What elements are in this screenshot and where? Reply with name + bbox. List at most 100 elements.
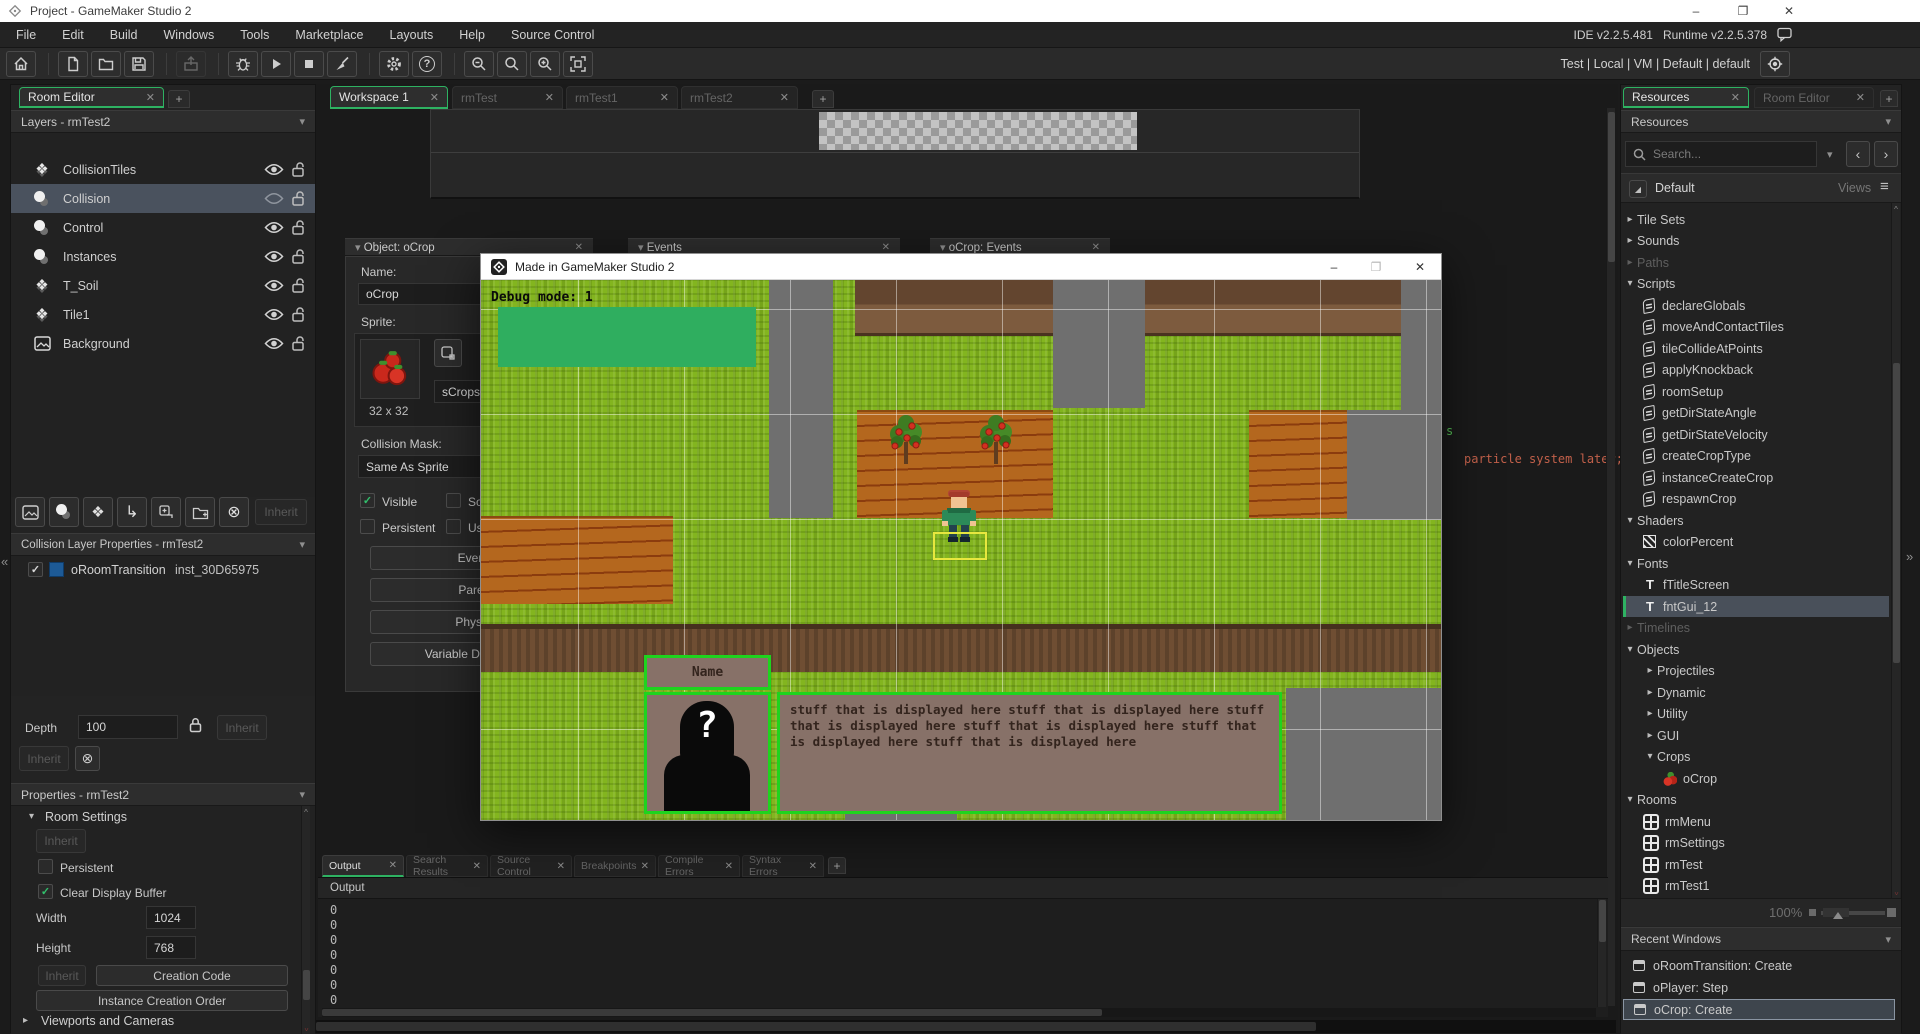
menu-source-control[interactable]: Source Control [511,28,594,42]
visibility-eye-icon[interactable] [264,250,284,263]
run-button[interactable] [261,51,291,77]
add-instance-layer-button[interactable] [49,497,79,527]
output-tab-search-results[interactable]: Search Results✕ [406,855,488,877]
close-icon[interactable]: ✕ [882,242,890,253]
game-window-titlebar[interactable]: Made in GameMaker Studio 2 – ❐ ✕ [481,254,1441,280]
tree-tile-sets[interactable]: ▸Tile Sets [1623,209,1889,230]
layer-row-background[interactable]: Background [11,329,315,358]
close-icon[interactable]: ✕ [725,861,733,872]
zoom-in-button[interactable] [530,51,560,77]
visibility-eye-icon[interactable] [264,308,284,321]
layer-row-tsoil[interactable]: ❖ T_Soil [11,271,315,300]
search-options-chevron[interactable]: ▾ [1827,148,1833,161]
window-maximize-button[interactable]: ❐ [1722,0,1764,22]
viewports-label[interactable]: Viewports and Cameras [41,1014,174,1028]
tab-room-editor[interactable]: Room Editor✕ [19,87,164,108]
new-project-button[interactable] [58,51,88,77]
tree-fonts[interactable]: ▾Fonts [1623,553,1889,574]
collapse-right-panel-handle[interactable]: » [1906,549,1913,564]
room-inherit-button[interactable]: Inherit [36,829,86,853]
close-icon[interactable]: ✕ [389,860,397,871]
game-minimize-button[interactable]: – [1317,260,1351,274]
layer-row-tile1[interactable]: ❖ Tile1 [11,300,315,329]
unlock-icon[interactable] [292,220,305,235]
target-manager-button[interactable] [1760,51,1790,77]
creation-code-button[interactable]: Creation Code [96,965,288,986]
search-prev-button[interactable]: ‹ [1846,141,1870,167]
zoom-slider-max[interactable] [1887,908,1896,917]
tab-rmtest1[interactable]: rmTest1✕ [566,86,678,109]
instance-object-name[interactable]: oRoomTransition [71,563,166,577]
tree-paths[interactable]: ▸Paths [1623,252,1889,273]
menu-tools[interactable]: Tools [240,28,269,42]
clean-button[interactable] [327,51,357,77]
layers-header[interactable]: Layers - rmTest2▾ [11,110,315,133]
tree-script-item[interactable]: moveAndContactTiles [1623,316,1889,337]
zoom-out-button[interactable] [464,51,494,77]
tab-rmtest[interactable]: rmTest✕ [452,86,563,109]
target-config-text[interactable]: Test | Local | VM | Default | default [1561,57,1750,71]
new-left-tab-button[interactable]: + [168,90,190,108]
game-maximize-button[interactable]: ❐ [1359,260,1393,274]
tree-room-item[interactable]: rmMenu [1623,811,1889,832]
layer-inherit-button[interactable]: Inherit [255,499,307,525]
solid-checkbox[interactable] [446,493,461,508]
feedback-chat-icon[interactable] [1777,27,1792,42]
tree-script-item[interactable]: applyKnockback [1623,359,1889,380]
menu-edit[interactable]: Edit [62,28,84,42]
close-icon[interactable]: ✕ [1731,91,1740,104]
layer-row-collision[interactable]: Collision [11,184,315,213]
sprite-thumbnail[interactable] [360,339,420,399]
window-close-button[interactable]: ✕ [1768,0,1810,22]
visible-checkbox[interactable]: ✓ [360,493,375,508]
menu-layouts[interactable]: Layouts [390,28,434,42]
close-icon[interactable]: ✕ [557,861,565,872]
search-input[interactable]: Search... [1625,141,1817,167]
close-icon[interactable]: ✕ [780,91,789,104]
layer-row-control[interactable]: Control [11,213,315,242]
unlock-icon[interactable] [292,336,305,351]
tab-right-room-editor[interactable]: Room Editor✕ [1754,87,1874,108]
menu-marketplace[interactable]: Marketplace [295,28,363,42]
open-project-button[interactable] [91,51,121,77]
visibility-eye-off-icon[interactable] [264,192,284,205]
clear-display-buffer-checkbox[interactable]: ✓ [38,884,53,899]
properties-vscrollbar[interactable]: ^ ^ [301,806,310,1034]
new-output-tab-button[interactable]: + [828,857,846,874]
workspace-hscrollbar[interactable] [316,1020,1616,1033]
settings-button[interactable] [379,51,409,77]
tri-collapsed-icon[interactable]: ▸ [23,1015,28,1026]
menu-windows[interactable]: Windows [164,28,215,42]
window-minimize-button[interactable]: – [1675,0,1717,22]
room-settings-label[interactable]: Room Settings [45,810,127,824]
depth-inherit-button[interactable]: Inherit [217,715,267,740]
persistent-checkbox[interactable] [38,859,53,874]
tab-resources[interactable]: Resources✕ [1623,87,1749,108]
unlock-icon[interactable] [292,307,305,322]
tab-rmtest2[interactable]: rmTest2✕ [681,86,798,109]
size-inherit-button[interactable]: Inherit [38,965,86,986]
tree-shaders[interactable]: ▾Shaders [1623,510,1889,531]
output-tab-compile-errors[interactable]: Compile Errors✕ [658,855,740,877]
delete-layer-button[interactable]: ⊗ [219,497,249,527]
unlock-icon[interactable] [292,249,305,264]
add-asset-layer-button[interactable] [151,497,181,527]
tree-script-item[interactable]: instanceCreateCrop [1623,467,1889,488]
recent-window-item[interactable]: oRoomTransition: Create [1623,955,1895,976]
instance-creation-order-button[interactable]: Instance Creation Order [36,990,288,1011]
tree-font-item-selected[interactable]: TfntGui_12 [1623,596,1889,617]
new-sprite-button[interactable] [434,339,462,367]
collapse-all-button[interactable]: ◢ [1629,180,1647,198]
visibility-eye-icon[interactable] [264,279,284,292]
persistent-checkbox[interactable] [360,519,375,534]
height-input[interactable]: 768 [146,936,196,959]
menu-file[interactable]: File [16,28,36,42]
home-button[interactable] [6,51,36,77]
instance-enabled-checkbox[interactable]: ✓ [28,562,43,577]
tree-script-item[interactable]: respawnCrop [1623,488,1889,509]
close-icon[interactable]: ✕ [660,91,669,104]
tree-objects-gui[interactable]: ▸GUI [1623,725,1889,746]
output-tab-syntax-errors[interactable]: Syntax Errors✕ [742,855,824,877]
depth-input[interactable]: 100 [78,715,178,739]
close-icon[interactable]: ✕ [641,861,649,872]
